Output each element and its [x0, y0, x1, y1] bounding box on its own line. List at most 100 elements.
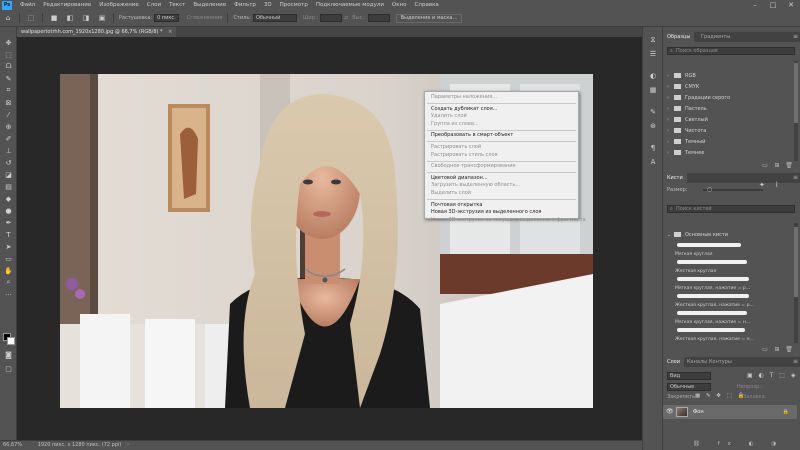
menu-item-load-selection[interactable]: Загрузить выделенную область... [425, 182, 578, 190]
status-arrow-icon[interactable]: › [127, 442, 129, 448]
pen-tool-icon[interactable]: ✒ [3, 217, 14, 228]
tab-brushes[interactable]: Кисти [663, 173, 687, 183]
feather-input[interactable]: 0 пикс. [154, 14, 179, 22]
blur-tool-icon[interactable]: ◆ [3, 193, 14, 204]
brush-item[interactable]: Мягкая круглая [671, 243, 789, 257]
brush-preview-icon[interactable]: ✦ [759, 181, 769, 191]
menu-item-free-transform[interactable]: Свободное трансформирование [425, 163, 578, 171]
more-tools-icon[interactable]: ··· [3, 289, 14, 300]
zoom-tool-icon[interactable]: ⌕ [3, 277, 14, 288]
hand-tool-icon[interactable]: ✋ [3, 265, 14, 276]
lock-icons[interactable]: ▦ ✎ ✥ ⬚ 🔒 [695, 393, 746, 399]
brush-item[interactable]: Жесткая круглая, нажатие = р... [671, 294, 789, 308]
brush-group[interactable]: ⌄ Основные кисти [667, 230, 795, 241]
brush-item[interactable]: Мягкая круглая, нажатие = н... [671, 311, 789, 325]
brush-settings-icon[interactable]: ⌇ [775, 181, 785, 191]
swatch-folder[interactable]: › Пастель [667, 104, 795, 115]
panel-menu-icon[interactable]: ≡ [793, 173, 798, 183]
maximize-button[interactable]: □ [764, 0, 782, 10]
properties-icon[interactable]: ☰ [648, 49, 658, 59]
menu-image[interactable]: Изображение [95, 2, 143, 8]
rect-marquee-preset-icon[interactable]: ⬚ [26, 13, 36, 23]
home-icon[interactable]: ⌂ [3, 13, 13, 23]
tab-swatches[interactable]: Образцы [663, 32, 695, 42]
height-input[interactable] [367, 14, 390, 22]
canvas-area[interactable]: Параметры наложения... Создать дубликат … [17, 37, 642, 440]
crop-tool-icon[interactable]: ⌗ [3, 85, 14, 96]
brush-settings-icon[interactable]: ✎ [648, 107, 658, 117]
blend-mode-select[interactable]: Обычные [667, 383, 711, 391]
visibility-eye-icon[interactable]: 👁 [666, 408, 674, 415]
menu-item-3d-extrusion-layer[interactable]: Новая 3D-экструзия из выделенного слоя [425, 209, 578, 217]
brush-item[interactable]: Жесткая круглая [671, 260, 789, 274]
subtract-selection-icon[interactable]: ◨ [81, 13, 91, 23]
close-window-button[interactable]: ✕ [782, 0, 800, 10]
menu-layers[interactable]: Слои [143, 2, 165, 8]
menu-view[interactable]: Просмотр [276, 2, 312, 8]
new-brush-group-icon[interactable]: ▭ [761, 345, 769, 353]
adjustments-icon[interactable]: ◐ [648, 71, 658, 81]
menu-help[interactable]: Справка [411, 2, 443, 8]
new-group-icon[interactable]: ▭ [761, 161, 769, 169]
scroll-thumb[interactable] [794, 227, 798, 297]
new-selection-icon[interactable]: ■ [49, 13, 59, 23]
intersect-selection-icon[interactable]: ▣ [97, 13, 107, 23]
layer-item-background[interactable]: 👁 Фон 🔒 [663, 405, 797, 419]
swatch-folder[interactable]: › Градации серого [667, 93, 795, 104]
move-tool-icon[interactable]: ✥ [3, 37, 14, 48]
menu-file[interactable]: Файл [16, 2, 39, 8]
shape-tool-icon[interactable]: ▭ [3, 253, 14, 264]
menu-plugins[interactable]: Подключаемые модули [312, 2, 388, 8]
clone-source-icon[interactable]: ⊛ [648, 121, 658, 131]
document-info[interactable]: 1920 пикс. x 1280 пикс. (72 ppi) [38, 442, 122, 448]
menu-item-postcard[interactable]: Почтовая открытка [425, 202, 578, 210]
menu-filter[interactable]: Фильтр [230, 2, 260, 8]
brush-item[interactable]: Мягкая круглая, нажатие = р... [671, 277, 789, 291]
clone-stamp-tool-icon[interactable]: ⊥ [3, 145, 14, 156]
paragraph-icon[interactable]: ¶ [648, 143, 658, 153]
swatch-folder[interactable]: › CMYK [667, 82, 795, 93]
delete-icon[interactable]: 🗑 [785, 345, 793, 353]
layer-filter-select[interactable]: Вид [667, 372, 711, 380]
swatch-folder[interactable]: › Темный [667, 137, 795, 148]
select-and-mask-button[interactable]: Выделение и маска... [395, 13, 463, 23]
minimize-button[interactable]: – [746, 0, 764, 10]
menu-item-delete-layer[interactable]: Удалить слой [425, 113, 578, 121]
lasso-tool-icon[interactable]: ᗝ [3, 61, 14, 72]
menu-item-group-from-layers[interactable]: Группа из слоев... [425, 121, 578, 129]
history-icon[interactable]: ⧖ [648, 35, 658, 45]
width-input[interactable] [320, 14, 343, 22]
swatches-search-input[interactable]: ⌕ Поиск образцов [667, 47, 795, 55]
menu-item-rasterize-layer-style[interactable]: Растрировать стиль слоя [425, 152, 578, 160]
brushes-search-input[interactable]: ⌕ Поиск кистей [667, 205, 795, 213]
marquee-tool-icon[interactable]: ⬚ [3, 49, 14, 60]
menu-item-blending-options[interactable]: Параметры наложения... [425, 94, 578, 102]
antialias-checkbox[interactable]: Сглаживание [187, 15, 223, 21]
quick-select-tool-icon[interactable]: ✎ [3, 73, 14, 84]
eyedropper-tool-icon[interactable]: ⁄ [3, 109, 14, 120]
swatch-folder[interactable]: › RGB [667, 71, 795, 82]
style-select[interactable]: Обычный [252, 14, 297, 22]
delete-icon[interactable]: 🗑 [785, 161, 793, 169]
document-tab[interactable]: wallpapertotrhh.com_1920x1280.jpg @ 66,7… [17, 27, 177, 37]
menu-item-3d-extrusion-selection[interactable]: Новая 3D-экструзия из текущего выделенно… [425, 217, 586, 225]
brush-size-handle-icon[interactable]: ○ [707, 186, 712, 193]
healing-brush-tool-icon[interactable]: ⊕ [3, 121, 14, 132]
tab-layers[interactable]: Слои [663, 357, 684, 367]
quick-mask-icon[interactable]: ◙ [3, 349, 14, 360]
menu-3d[interactable]: 3D [260, 2, 276, 8]
new-brush-icon[interactable]: ⊞ [773, 345, 781, 353]
new-swatch-icon[interactable]: ⊞ [773, 161, 781, 169]
brush-tool-icon[interactable]: ✐ [3, 133, 14, 144]
menu-window[interactable]: Окно [388, 2, 411, 8]
layers-footer-icons[interactable]: ⛓ fx ◐ ◑ ▭ ⊞ 🗑 [663, 439, 800, 450]
screen-mode-icon[interactable]: ▢ [3, 363, 14, 374]
panel-menu-icon[interactable]: ≡ [793, 32, 798, 42]
swatch-folder[interactable]: › Темнее [667, 148, 795, 159]
styles-icon[interactable]: ▦ [648, 85, 658, 95]
add-selection-icon[interactable]: ◧ [65, 13, 75, 23]
path-selection-tool-icon[interactable]: ➤ [3, 241, 14, 252]
tab-gradients[interactable]: Градиенты [697, 32, 734, 42]
gradient-tool-icon[interactable]: ▤ [3, 181, 14, 192]
dodge-tool-icon[interactable]: ● [3, 205, 14, 216]
